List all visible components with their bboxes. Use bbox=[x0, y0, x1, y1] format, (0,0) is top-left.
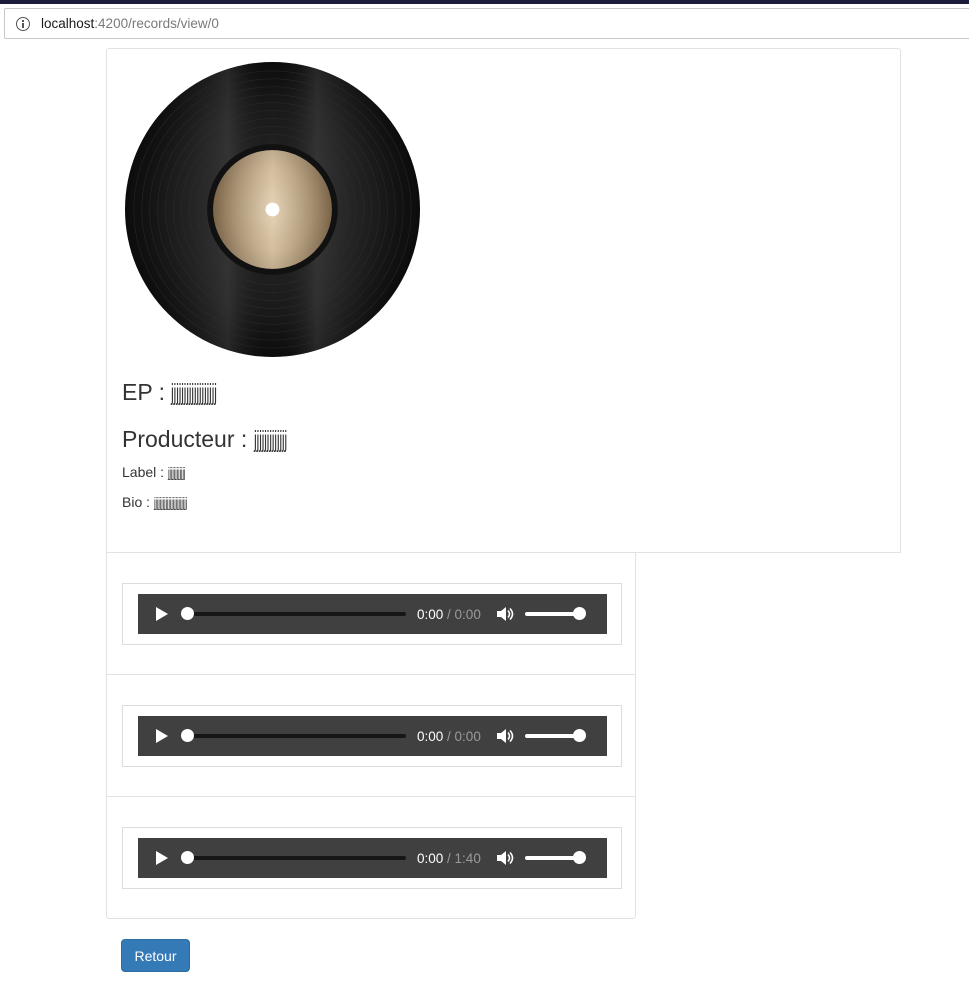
label-line: Label : jjjjjjjjjjjj bbox=[122, 464, 199, 480]
label-prefix: Label : bbox=[122, 464, 168, 480]
seek-bar[interactable] bbox=[181, 729, 406, 742]
producer-value: jjjjjjjjjjjjj bbox=[253, 426, 287, 452]
volume-knob[interactable] bbox=[572, 851, 586, 864]
duration: 0:00 bbox=[454, 728, 481, 744]
info-circle-icon[interactable] bbox=[16, 16, 30, 31]
audio-player[interactable]: 0:00 / 0:00 bbox=[138, 594, 607, 634]
time-display: 0:00 / 0:00 bbox=[417, 729, 481, 744]
url-host: localhost bbox=[41, 16, 95, 31]
back-button[interactable]: Retour bbox=[121, 939, 190, 972]
address-bar[interactable]: localhost:4200/records/view/0 bbox=[4, 8, 969, 39]
url-path: :4200/records/view/0 bbox=[94, 16, 219, 31]
tracks-panel: 0:00 / 0:00 0:00 / 0:00 0:00 / 1:40 bbox=[106, 552, 636, 919]
volume-slider[interactable] bbox=[524, 729, 586, 742]
audio-player[interactable]: 0:00 / 1:40 bbox=[138, 838, 607, 878]
current-time: 0:00 bbox=[417, 606, 444, 622]
volume-icon[interactable] bbox=[496, 606, 514, 622]
volume-knob[interactable] bbox=[572, 729, 586, 742]
current-time: 0:00 bbox=[417, 728, 444, 744]
track-item: 0:00 / 0:00 bbox=[107, 675, 635, 797]
ep-prefix: EP : bbox=[122, 379, 172, 405]
track-box: 0:00 / 0:00 bbox=[122, 705, 622, 767]
seek-knob[interactable] bbox=[181, 729, 194, 742]
bio-prefix: Bio : bbox=[122, 494, 154, 510]
ep-value: jjjjjjjjjjjjjjjjjj bbox=[171, 379, 218, 405]
volume-knob[interactable] bbox=[572, 607, 586, 620]
track-box: 0:00 / 0:00 bbox=[122, 583, 622, 645]
duration: 1:40 bbox=[454, 850, 481, 866]
seek-bar[interactable] bbox=[181, 851, 406, 864]
bio-value: jjjjjjjjjjjjjjjjjjjjjjj bbox=[153, 494, 187, 510]
time-display: 0:00 / 1:40 bbox=[417, 851, 481, 866]
url-text[interactable]: localhost:4200/records/view/0 bbox=[41, 16, 219, 31]
audio-player[interactable]: 0:00 / 0:00 bbox=[138, 716, 607, 756]
seek-knob[interactable] bbox=[181, 607, 194, 620]
volume-icon[interactable] bbox=[496, 728, 514, 744]
time-display: 0:00 / 0:00 bbox=[417, 607, 481, 622]
volume-slider[interactable] bbox=[524, 607, 586, 620]
track-item: 0:00 / 0:00 bbox=[107, 553, 635, 675]
producer-prefix: Producteur : bbox=[122, 426, 254, 452]
seek-bar[interactable] bbox=[181, 607, 406, 620]
time-separator: / bbox=[443, 850, 455, 866]
seek-knob[interactable] bbox=[181, 851, 194, 864]
track-box: 0:00 / 1:40 bbox=[122, 827, 622, 889]
volume-icon[interactable] bbox=[496, 850, 514, 866]
record-details-panel: EP : jjjjjjjjjjjjjjjjjj Producteur : jjj… bbox=[106, 48, 901, 553]
play-icon[interactable] bbox=[156, 729, 168, 743]
vinyl-record-image bbox=[124, 61, 421, 358]
browser-top-border bbox=[0, 0, 969, 4]
track-item: 0:00 / 1:40 bbox=[107, 797, 635, 919]
duration: 0:00 bbox=[454, 606, 481, 622]
producer-title: Producteur : jjjjjjjjjjjjj bbox=[122, 426, 314, 453]
time-separator: / bbox=[443, 606, 455, 622]
volume-slider[interactable] bbox=[524, 851, 586, 864]
play-icon[interactable] bbox=[156, 851, 168, 865]
play-icon[interactable] bbox=[156, 607, 168, 621]
time-separator: / bbox=[443, 728, 455, 744]
ep-title: EP : jjjjjjjjjjjjjjjjjj bbox=[122, 379, 254, 406]
label-value: jjjjjjjjjjjj bbox=[167, 464, 186, 480]
bio-line: Bio : jjjjjjjjjjjjjjjjjjjjjjj bbox=[122, 494, 214, 510]
current-time: 0:00 bbox=[417, 850, 444, 866]
